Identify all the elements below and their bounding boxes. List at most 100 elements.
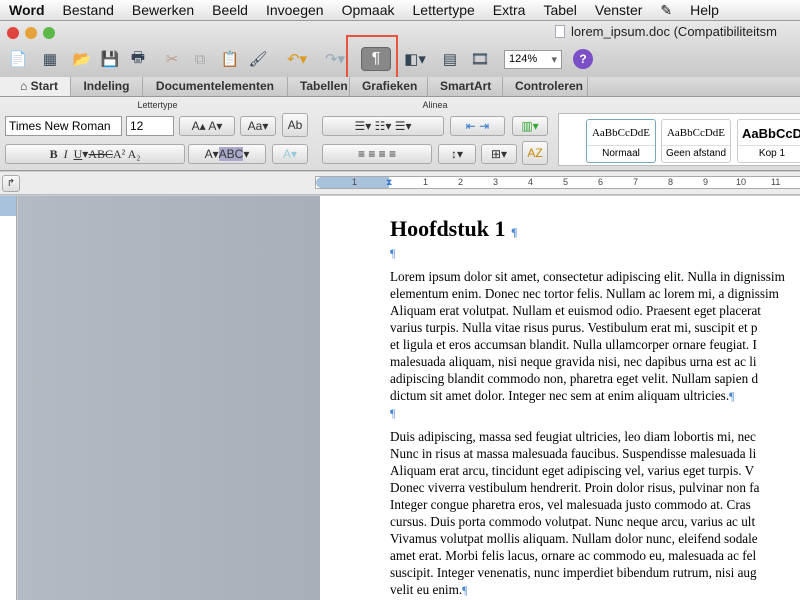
document-page[interactable]: Hoofdstuk 1 ¶ ¶ Lorem ipsum dolor sit am… — [320, 196, 800, 600]
menu-tabel[interactable]: Tabel — [534, 2, 585, 18]
tab-controleren[interactable]: Controleren — [503, 77, 588, 96]
close-window-button[interactable] — [7, 27, 19, 39]
cut-icon[interactable]: ✂ — [160, 47, 184, 71]
highlight-box — [346, 35, 398, 83]
open-icon[interactable]: 📂 — [70, 47, 94, 71]
ribbon-tabs: ⌂ Start Indeling Documentelementen Tabel… — [0, 77, 800, 97]
copy-icon[interactable]: ⧉ — [188, 47, 212, 71]
horizontal-ruler[interactable]: 1 ⧗ 1 2 3 4 5 6 7 8 9 10 11 — [315, 176, 800, 189]
undo-icon[interactable]: ↶▾ — [280, 47, 314, 71]
home-icon: ⌂ — [20, 79, 31, 93]
tab-tabellen[interactable]: Tabellen — [288, 77, 350, 96]
menu-beeld[interactable]: Beeld — [203, 2, 257, 18]
indent-marker[interactable]: ⧗ — [386, 177, 392, 188]
ruler-tick: 1 — [352, 177, 358, 187]
tab-documentelementen[interactable]: Documentelementen — [143, 77, 288, 96]
ruler-tick: 6 — [598, 177, 604, 187]
paragraph-1: Lorem ipsum dolor sit amet, consectetur … — [390, 268, 800, 405]
font-grow-shrink-buttons[interactable]: A▴ A▾ — [179, 116, 235, 136]
ruler-tick: 4 — [528, 177, 534, 187]
text-line: varius turpis. Nulla vitae risus purus. … — [390, 320, 758, 335]
title-bar: lorem_ipsum.doc (Compatibiliteitsm 📄 ▦ 📂… — [0, 21, 800, 77]
paragraph-mark: ¶ — [511, 225, 518, 239]
sidebar-icon[interactable]: ◧▾ — [398, 47, 432, 71]
zoom-value: 124% — [509, 53, 538, 65]
heading-text: Hoofdstuk 1 — [390, 216, 506, 241]
menu-opmaak[interactable]: Opmaak — [333, 2, 404, 18]
menu-bewerken[interactable]: Bewerken — [123, 2, 203, 18]
menu-venster[interactable]: Venster — [586, 2, 651, 18]
ruler-tick: 1 — [423, 177, 429, 187]
menu-bestand[interactable]: Bestand — [54, 2, 123, 18]
heading: Hoofdstuk 1 ¶ — [390, 216, 800, 245]
font-name-value: Times New Roman — [9, 119, 111, 133]
font-name-field[interactable]: Times New Roman — [5, 116, 122, 136]
text-line: dictum sit amet dolor. Integer nec sem a… — [390, 388, 730, 403]
ruler-margin — [0, 196, 16, 216]
alignment-buttons[interactable]: ≡ ≡ ≡ ≡ — [322, 144, 432, 164]
list-buttons[interactable]: ☰▾ ☷▾ ☰▾ — [322, 116, 444, 136]
menu-word[interactable]: Word — [0, 2, 54, 18]
style-preview: AaBbCcDdE — [591, 127, 651, 139]
text-line: adipiscing blandit commodo non, pharetra… — [390, 371, 759, 386]
script-menu-icon[interactable]: ✎ — [651, 2, 681, 19]
font-size-field[interactable]: 12 — [126, 116, 174, 136]
minimize-window-button[interactable] — [25, 27, 37, 39]
text-line: malesuada aliquam, nisi neque gravida ni… — [390, 354, 757, 369]
ruler-tick: 3 — [493, 177, 499, 187]
menu-lettertype[interactable]: Lettertype — [404, 2, 484, 18]
tab-start[interactable]: ⌂ Start — [0, 77, 71, 96]
ruler-tick: 8 — [668, 177, 674, 187]
tab-grafieken[interactable]: Grafieken — [350, 77, 428, 96]
print-icon[interactable]: 🖶 — [126, 47, 150, 71]
text-line: amet erat. Morbi felis lacus, ornare ac … — [390, 548, 757, 563]
zoom-select[interactable]: 124% ▾ — [504, 50, 562, 69]
paragraph-2: Duis adipiscing, massa sed feugiat ultri… — [390, 428, 800, 599]
document-icon — [555, 25, 565, 38]
borders-button[interactable]: ⊞▾ — [481, 144, 517, 164]
ruler-tick: 11 — [771, 177, 781, 187]
line-spacing-button[interactable]: ↕▾ — [438, 144, 476, 164]
paste-icon[interactable]: 📋 — [218, 47, 242, 71]
gallery-icon[interactable]: ▦ — [38, 47, 62, 71]
style-geen-afstand[interactable]: AaBbCcDdE Geen afstand — [661, 119, 731, 163]
text-line: elementum enim. Donec nec tortor felis. … — [390, 286, 779, 301]
text-line: Donec viverra vestibulum hendrerit. Proi… — [390, 480, 760, 495]
paragraph-group-label: Alinea — [422, 100, 448, 110]
ruler-tick: 10 — [736, 177, 747, 187]
zoom-window-button[interactable] — [43, 27, 55, 39]
text-style-buttons[interactable]: B I U ▾ ABC A² A₂ — [5, 144, 185, 164]
indent-buttons[interactable]: ⇤ ⇥ — [450, 116, 505, 136]
format-painter-icon[interactable]: 🖌 — [246, 47, 270, 71]
style-kop-1[interactable]: AaBbCcD Kop 1 — [737, 119, 800, 163]
horizontal-ruler-bar: ↱ 1 ⧗ 1 2 3 4 5 6 7 8 9 10 11 — [0, 172, 800, 195]
text-line: Nunc in risus at massa malesuada faucibu… — [390, 446, 757, 461]
change-case-button[interactable]: Aa▾ — [240, 116, 276, 136]
clear-formatting-button[interactable]: Ab — [282, 113, 308, 137]
text-line: et ligula et eros accumsan blandit. Null… — [390, 337, 757, 352]
columns-button[interactable]: ▥▾ — [512, 116, 548, 136]
text-line: Lorem ipsum dolor sit amet, consectetur … — [390, 269, 785, 284]
text-line: Aliquam erat arcu, tincidunt eget adipis… — [390, 463, 755, 478]
style-normaal[interactable]: AaBbCcDdE Normaal — [586, 119, 656, 163]
help-button[interactable]: ? — [573, 49, 593, 69]
menu-extra[interactable]: Extra — [484, 2, 535, 18]
font-color-highlight-buttons[interactable]: A▾ ABC ▾ — [188, 144, 266, 164]
menu-invoegen[interactable]: Invoegen — [257, 2, 333, 18]
text-effects-button[interactable]: A▾ — [272, 144, 308, 164]
tab-smartart[interactable]: SmartArt — [428, 77, 503, 96]
document-body[interactable]: Hoofdstuk 1 ¶ ¶ Lorem ipsum dolor sit am… — [390, 216, 800, 600]
window-title: lorem_ipsum.doc (Compatibiliteitsm — [555, 24, 777, 39]
menu-help[interactable]: Help — [681, 2, 728, 18]
ruler-tick: 5 — [563, 177, 569, 187]
save-icon[interactable]: 💾 — [98, 47, 122, 71]
tab-indeling[interactable]: Indeling — [71, 77, 143, 96]
tab-stop-selector[interactable]: ↱ — [2, 175, 20, 192]
font-group-label: Lettertype — [137, 100, 178, 110]
vertical-ruler[interactable] — [0, 196, 17, 600]
media-browser-icon[interactable]: 🎞 — [468, 47, 492, 71]
text-line: cursus. Duis porta commodo volutpat. Nun… — [390, 514, 756, 529]
toolbox-icon[interactable]: ▤ — [438, 47, 462, 71]
new-document-icon[interactable]: 📄 — [4, 47, 32, 71]
sort-button[interactable]: AZ — [522, 141, 548, 165]
